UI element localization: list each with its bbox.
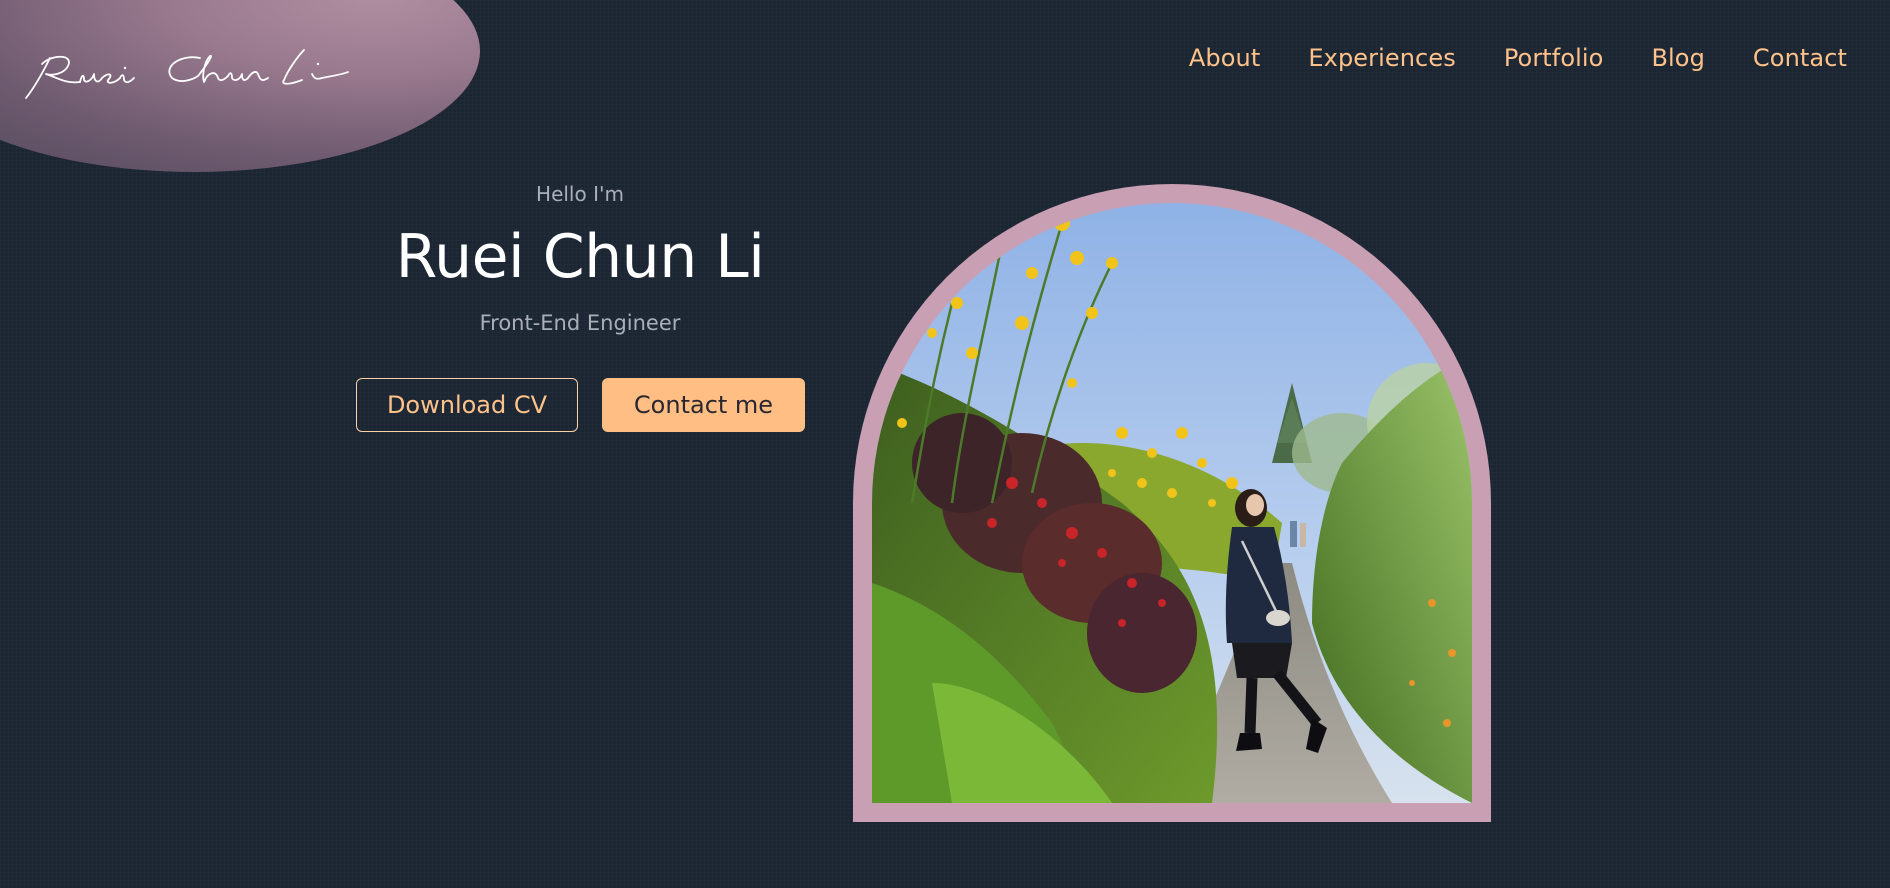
hero-intro: Hello I'm Ruei Chun Li Front-End Enginee…	[330, 184, 830, 334]
garden-photo-illustration	[872, 203, 1472, 803]
nav-link-contact[interactable]: Contact	[1753, 46, 1847, 70]
main-nav: About Experiences Portfolio Blog Contact	[1189, 46, 1847, 70]
download-cv-button[interactable]: Download CV	[356, 378, 578, 432]
nav-link-portfolio[interactable]: Portfolio	[1504, 46, 1604, 70]
nav-link-blog[interactable]: Blog	[1651, 46, 1704, 70]
contact-me-button[interactable]: Contact me	[602, 378, 805, 432]
nav-link-experiences[interactable]: Experiences	[1308, 46, 1455, 70]
profile-photo-frame	[853, 184, 1491, 822]
hero-role: Front-End Engineer	[479, 311, 681, 335]
nav-link-about[interactable]: About	[1189, 46, 1260, 70]
profile-photo	[872, 203, 1472, 803]
greeting-text: Hello I'm	[536, 182, 624, 206]
hero-name: Ruei Chun Li	[395, 222, 765, 292]
signature-logo[interactable]	[22, 44, 352, 104]
